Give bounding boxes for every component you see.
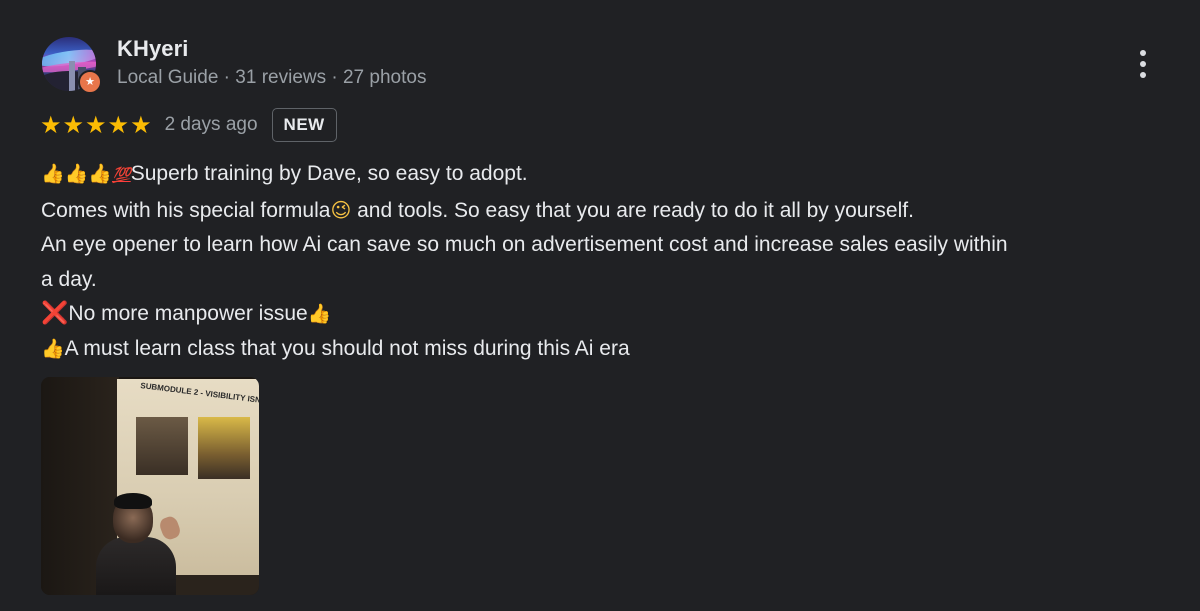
review-line: ❌No more manpower issue👍 [41,297,1171,332]
rating-row: ★ ★ ★ ★ ★ 2 days ago NEW [40,107,337,143]
review-text: 👍👍👍💯Superb training by Dave, so easy to … [41,157,1171,366]
more-vertical-icon[interactable] [1126,44,1160,84]
wink-face-icon: 😉 [330,197,352,222]
review-line: 👍A must learn class that you should not … [41,332,1171,367]
new-badge: NEW [271,108,337,142]
thumbs-up-icon: 👍 [41,337,65,360]
local-guide-star-icon: ★ [78,70,102,94]
cross-mark-icon: ❌ [41,301,69,326]
review-line: Comes with his special formula😉 and tool… [41,193,1171,229]
star-icon: ★ [62,111,85,139]
review-line: 👍👍👍💯Superb training by Dave, so easy to … [41,157,1171,193]
star-icon: ★ [85,111,107,139]
star-icon: ★ [40,111,62,139]
review-line-text: Comes with his special formula [41,198,331,222]
review-line-text: a day. [41,267,97,291]
thumbs-up-icon: 👍 [64,163,89,185]
star-icon: ★ [107,111,130,139]
review-line-text: and tools. So easy that you are ready to… [351,198,914,222]
review-photo[interactable]: SUBMODULE 2 - VISIBILITY ISN'T VANITY [41,377,259,595]
presenter [96,537,176,595]
review-line-text: A must learn class that you should not m… [64,336,630,360]
review-line-text: No more manpower issue [68,302,308,325]
thumbs-up-icon: 👍 [307,303,332,325]
thumbs-up-icon: 👍 [88,163,113,185]
review-card: ★ KHyeri Local Guide · 31 reviews · 27 p… [0,0,1200,611]
hundred-points-icon: 💯 [112,166,131,184]
review-time: 2 days ago [164,114,258,135]
star-rating: ★ ★ ★ ★ ★ [40,113,152,137]
review-line-text: Superb training by Dave, so easy to adop… [130,162,528,185]
review-line-text: An eye opener to learn how Ai can save s… [41,233,1008,256]
reviewer-avatar[interactable]: ★ [42,37,102,94]
review-line: a day. [41,263,1171,298]
reviewer-name[interactable]: KHyeri [117,36,189,62]
star-icon: ★ [130,111,152,139]
reviewer-meta[interactable]: Local Guide · 31 reviews · 27 photos [117,67,426,89]
thumbs-up-icon: 👍 [41,163,65,185]
review-line: An eye opener to learn how Ai can save s… [41,228,1171,263]
